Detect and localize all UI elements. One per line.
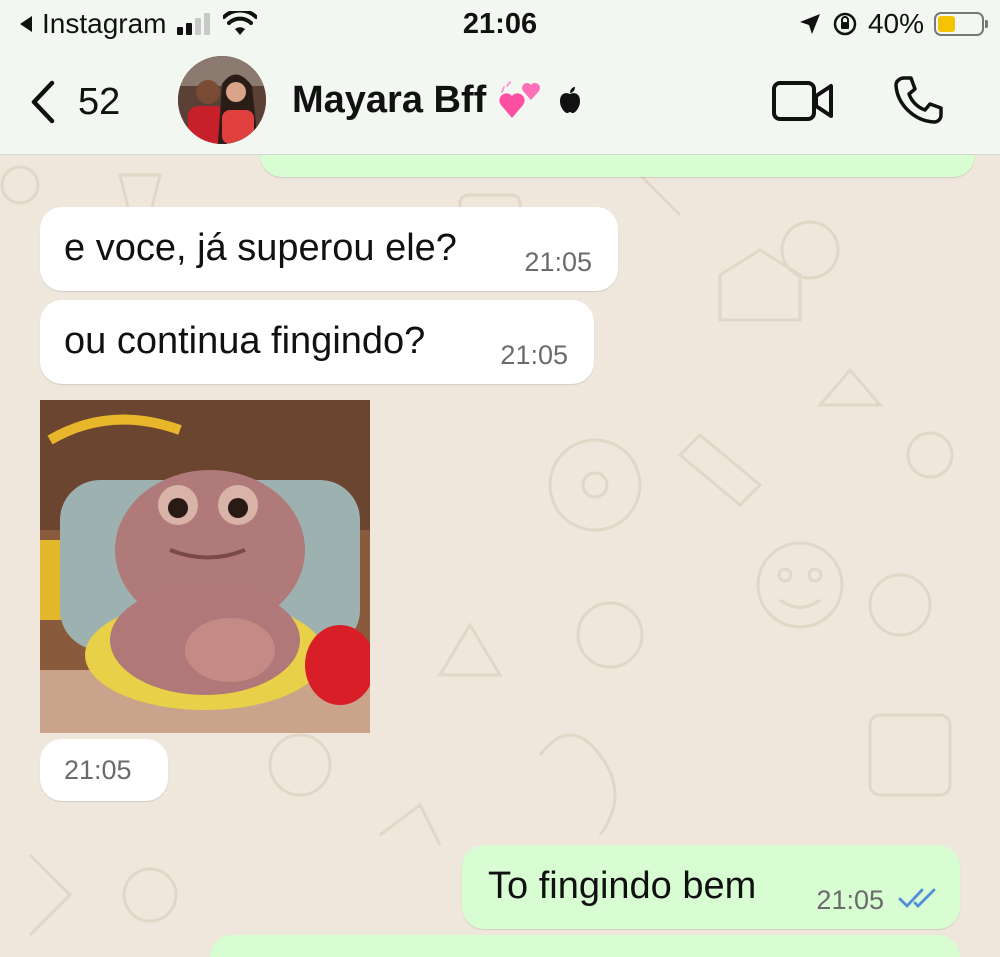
battery-percent: 40% [867,8,924,39]
message-time: 21:05 [64,755,132,785]
status-bar: Instagram 21:06 40% [0,0,1000,50]
video-call-icon[interactable] [772,80,834,122]
message-time: 21:05 [816,885,884,915]
battery-level [938,16,955,32]
phone-icon[interactable] [892,74,944,126]
chat-area[interactable]: e voce, já superou ele? 21:05 ou continu… [0,155,1000,957]
gif-image [40,400,370,733]
avatar[interactable] [178,56,266,144]
message-bubble-outgoing[interactable] [260,155,975,177]
message-time: 21:05 [500,340,568,370]
read-ticks-icon [898,888,936,909]
message-text: e voce, já superou ele? [64,227,457,269]
gif-message[interactable] [40,400,370,733]
back-button[interactable]: 52 [30,80,120,124]
message-time: 21:05 [524,247,592,277]
message-bubble-outgoing[interactable]: To fingindo bem 21:05 [462,845,960,929]
chevron-left-icon [31,80,55,124]
apple-icon [560,87,581,113]
two-hearts-emoji [499,81,541,118]
message-bubble-incoming[interactable]: e voce, já superou ele? 21:05 [40,207,618,291]
chat-header: 52 Mayara Bff [0,50,1000,155]
avatar-photo [178,56,266,144]
message-bubble-incoming[interactable]: ou continua fingindo? 21:05 [40,300,594,384]
contact-name-row[interactable]: Mayara Bff [292,78,582,122]
orientation-lock-icon [833,12,857,36]
unread-count: 52 [78,80,121,123]
message-bubble-outgoing[interactable] [210,935,960,957]
location-arrow-icon [799,14,820,34]
battery-icon [934,12,988,36]
contact-name: Mayara Bff [292,78,487,121]
gif-time-badge: 21:05 [40,739,168,801]
message-text: To fingindo bem [488,865,757,907]
message-text: ou continua fingindo? [64,320,426,362]
